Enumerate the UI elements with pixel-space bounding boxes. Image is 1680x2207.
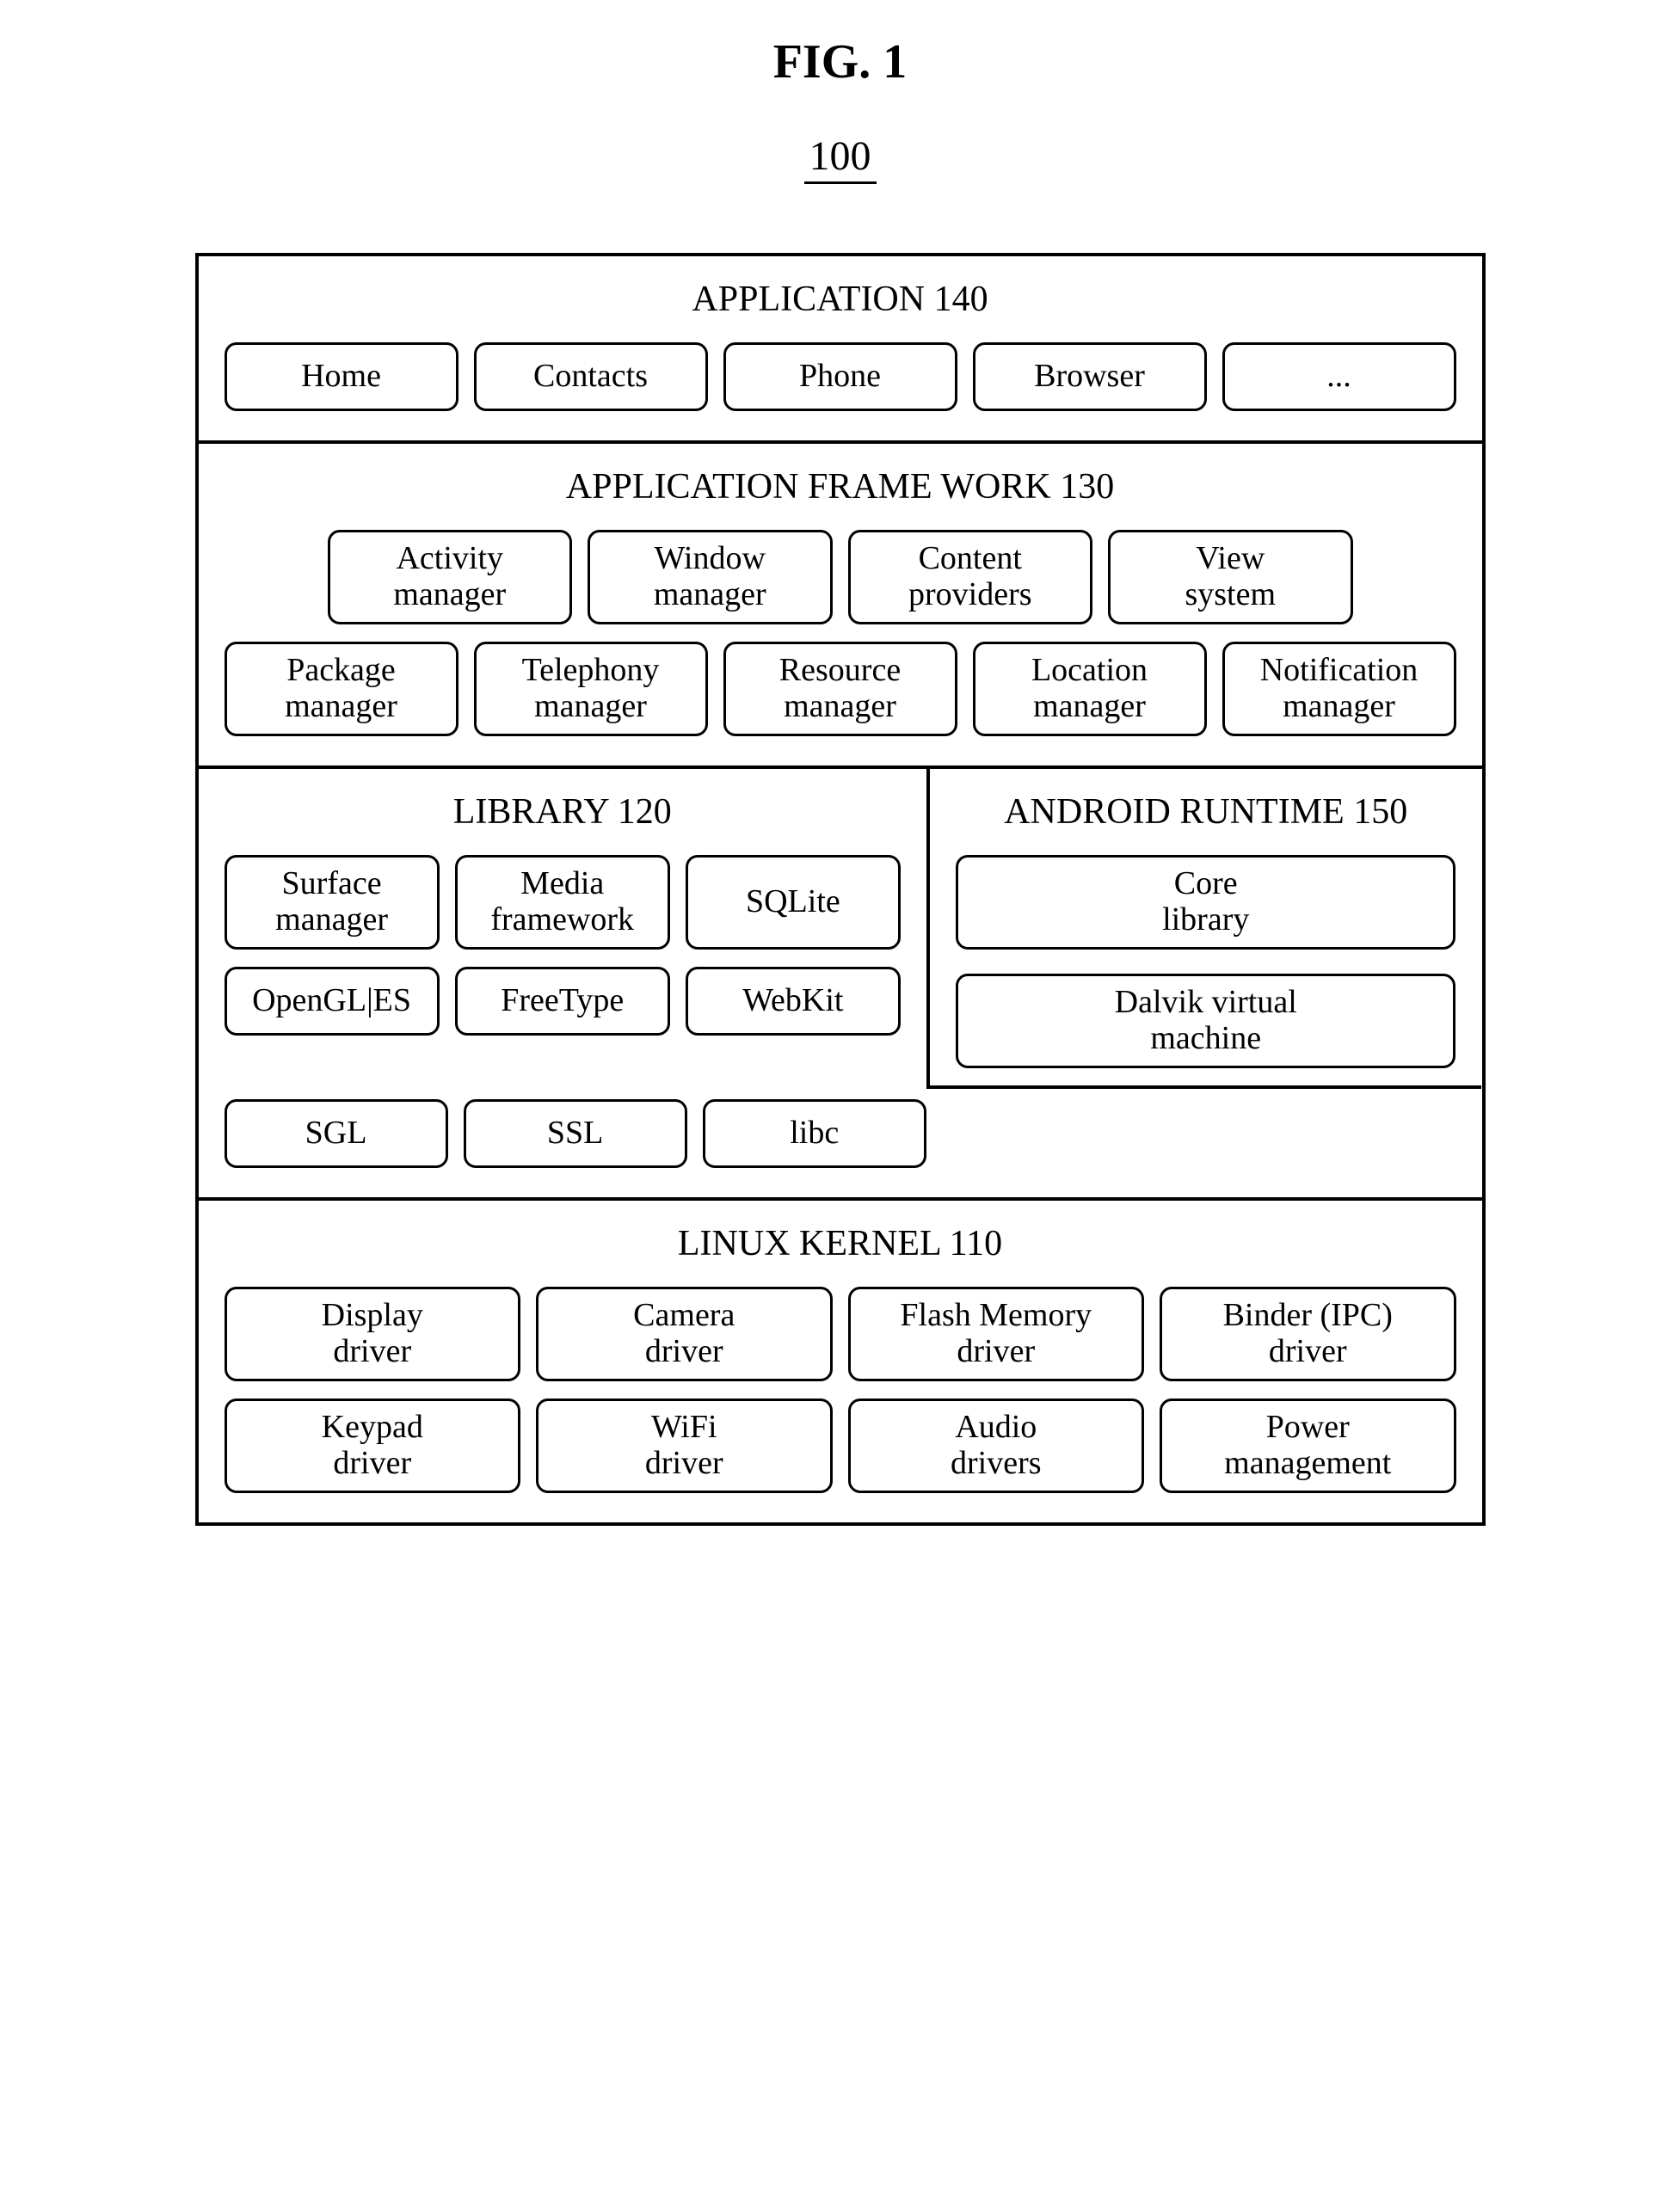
layer-runtime-title: ANDROID RUNTIME 150 [956, 791, 1456, 833]
figure-number: 100 [804, 132, 877, 184]
layer-runtime: ANDROID RUNTIME 150 Corelibrary Dalvik v… [930, 769, 1482, 1089]
kr-flash-driver: Flash Memorydriver [848, 1287, 1145, 1381]
app-home: Home [225, 342, 458, 411]
app-browser: Browser [973, 342, 1207, 411]
layer-library-extra-row: SGL SSL libc [199, 1089, 1482, 1197]
fw-telephony-manager: Telephonymanager [474, 642, 708, 736]
fw-location-manager: Locationmanager [973, 642, 1207, 736]
architecture-diagram: APPLICATION 140 Home Contacts Phone Brow… [195, 253, 1486, 1526]
fw-content-providers: Contentproviders [848, 530, 1093, 624]
layer-lib-runtime: LIBRARY 120 Surfacemanager Mediaframewor… [199, 769, 1482, 1201]
fw-resource-manager: Resourcemanager [723, 642, 957, 736]
layer-kernel: LINUX KERNEL 110 Displaydriver Cameradri… [199, 1201, 1482, 1522]
lib-freetype: FreeType [455, 967, 670, 1036]
kr-power-management: Powermanagement [1160, 1399, 1456, 1493]
kr-camera-driver: Cameradriver [536, 1287, 833, 1381]
layer-library-title: LIBRARY 120 [225, 791, 901, 833]
fw-view-system: Viewsystem [1108, 530, 1353, 624]
figure-title: FIG. 1 [195, 34, 1486, 89]
lib-ssl: SSL [464, 1099, 687, 1168]
layer-library: LIBRARY 120 Surfacemanager Mediaframewor… [199, 769, 930, 1089]
fw-notification-manager: Notificationmanager [1222, 642, 1456, 736]
layer-framework: APPLICATION FRAME WORK 130 Activitymanag… [199, 444, 1482, 769]
kr-audio-drivers: Audiodrivers [848, 1399, 1145, 1493]
lib-sqlite: SQLite [686, 855, 901, 950]
kr-wifi-driver: WiFidriver [536, 1399, 833, 1493]
kr-display-driver: Displaydriver [225, 1287, 521, 1381]
lib-media-framework: Mediaframework [455, 855, 670, 950]
figure-page: FIG. 1 100 APPLICATION 140 Home Contacts… [195, 34, 1486, 1526]
app-phone: Phone [723, 342, 957, 411]
fw-window-manager: Windowmanager [588, 530, 833, 624]
rt-core-library: Corelibrary [956, 855, 1456, 950]
kr-binder-driver: Binder (IPC)driver [1160, 1287, 1456, 1381]
rt-dalvik-vm: Dalvik virtualmachine [956, 974, 1456, 1068]
layer-application-title: APPLICATION 140 [225, 279, 1456, 320]
layer-application: APPLICATION 140 Home Contacts Phone Brow… [199, 256, 1482, 444]
lib-surface-manager: Surfacemanager [225, 855, 440, 950]
fw-activity-manager: Activitymanager [328, 530, 573, 624]
app-more: ... [1222, 342, 1456, 411]
kr-keypad-driver: Keypaddriver [225, 1399, 521, 1493]
fw-package-manager: Packagemanager [225, 642, 458, 736]
lib-sgl: SGL [225, 1099, 448, 1168]
layer-framework-title: APPLICATION FRAME WORK 130 [225, 466, 1456, 507]
layer-kernel-title: LINUX KERNEL 110 [225, 1223, 1456, 1264]
lib-webkit: WebKit [686, 967, 901, 1036]
lib-opengles: OpenGL|ES [225, 967, 440, 1036]
app-contacts: Contacts [474, 342, 708, 411]
lib-libc: libc [703, 1099, 926, 1168]
